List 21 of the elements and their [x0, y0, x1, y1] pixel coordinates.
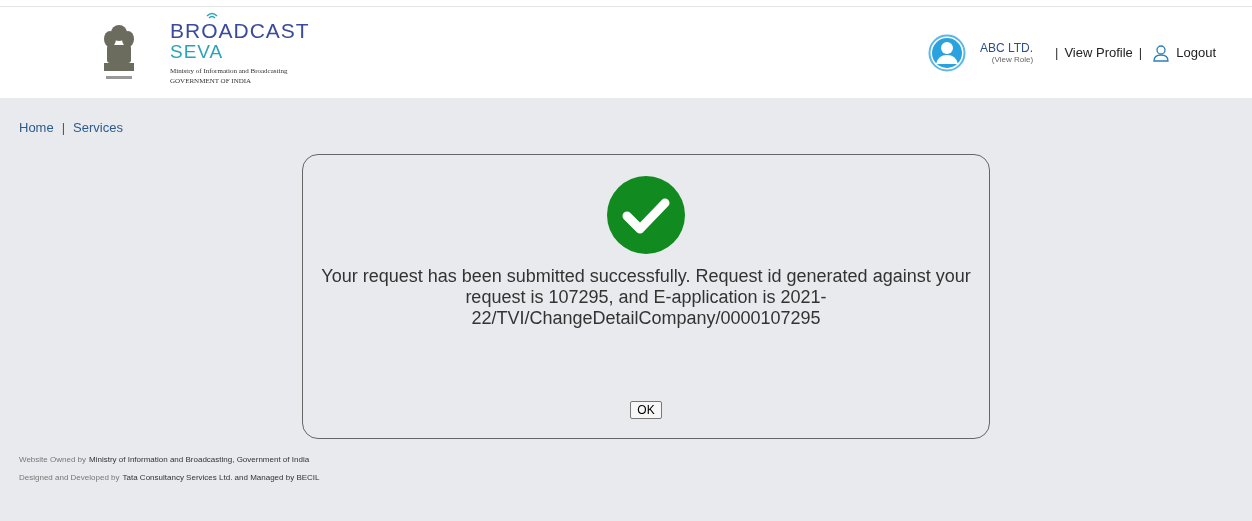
footer-text: Ministry of Information and Broadcasting, Government of India	[89, 455, 310, 464]
logout-link[interactable]: Logout	[1176, 45, 1216, 60]
breadcrumb-link[interactable]: Services	[73, 120, 123, 135]
footer-text: Tata Consultancy Services Ltd. and Managed by BECIL	[122, 473, 320, 482]
ok-button[interactable]: OK	[630, 401, 662, 419]
signal-icon	[205, 10, 219, 21]
breadcrumb-link[interactable]: Home	[19, 120, 54, 135]
separator-text: |	[61, 120, 66, 135]
check-icon	[607, 176, 685, 254]
avatar-icon	[927, 33, 966, 72]
brand-subtitle: SEVA	[170, 41, 225, 62]
view-role-link[interactable]: (View Role)	[991, 55, 1034, 64]
separator-text: |	[1138, 45, 1143, 60]
brand-title: BROADCAST	[170, 19, 310, 42]
user-name: ABC LTD.	[979, 41, 1034, 55]
separator-text: |	[1055, 45, 1059, 60]
success-message: Your request has been submitted successfully. Request id generated against your request is 107295, and E-application is 2021-22/TVI/ChangeDetailCompany/0000107295	[320, 266, 972, 329]
user-icon	[1152, 43, 1171, 62]
view-profile-link[interactable]: View Profile	[1064, 45, 1133, 60]
footer-label: Website Owned by	[19, 455, 86, 464]
footer-label: Designed and Developed by	[19, 473, 120, 482]
